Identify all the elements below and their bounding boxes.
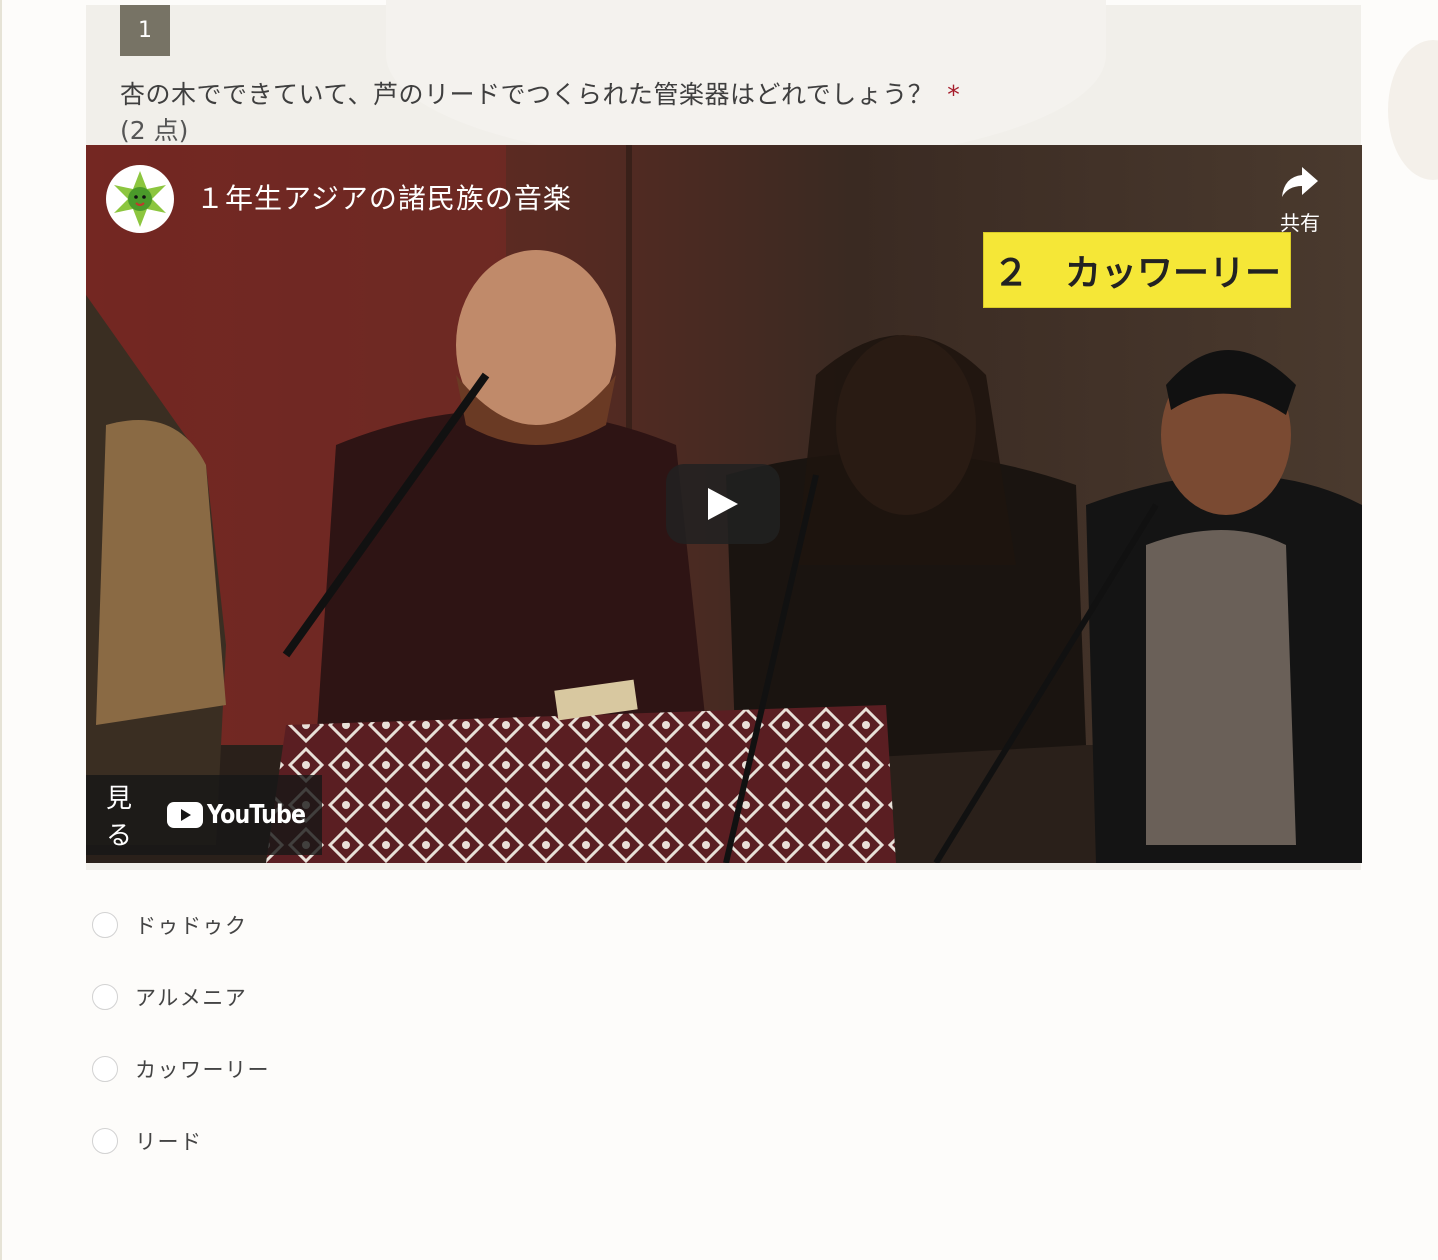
background-decoration — [1388, 40, 1438, 180]
share-label: 共有 — [1280, 211, 1320, 235]
radio-button[interactable] — [92, 1128, 118, 1154]
option-label: リード — [135, 1130, 203, 1154]
option-item[interactable]: アルメニア — [92, 982, 247, 1012]
watch-on-youtube-button[interactable]: 見る YouTube — [86, 775, 322, 855]
question-number: 1 — [120, 5, 170, 56]
required-asterisk: * — [947, 80, 961, 109]
option-item[interactable]: ドゥドゥク — [92, 910, 248, 940]
option-label: ドゥドゥク — [135, 914, 248, 938]
youtube-wordmark: YouTube — [206, 800, 306, 830]
radio-button[interactable] — [92, 1056, 118, 1082]
option-item[interactable]: カッワーリー — [92, 1054, 270, 1084]
question-card: 1 杏の木でできていて、芦のリードでつくられた管楽器はどれでしょう？ * (2 点… — [86, 0, 1362, 870]
radio-button[interactable] — [92, 912, 118, 938]
page-left-border — [0, 0, 2, 1260]
question-points: (2 点) — [120, 116, 189, 145]
play-button[interactable] — [666, 464, 780, 544]
radio-button[interactable] — [92, 984, 118, 1010]
play-icon — [708, 488, 738, 520]
channel-logo-icon — [114, 171, 166, 227]
share-button[interactable]: 共有 — [1268, 165, 1332, 236]
question-title: 杏の木でできていて、芦のリードでつくられた管楽器はどれでしょう？ * — [120, 75, 960, 111]
youtube-logo: YouTube — [166, 800, 322, 830]
watch-label: 見る — [106, 784, 133, 851]
option-item[interactable]: リード — [92, 1126, 203, 1156]
channel-avatar[interactable] — [106, 165, 174, 233]
youtube-embed[interactable]: １年生アジアの諸民族の音楽 共有 ２ カッワーリー 見る YouTube — [86, 145, 1362, 863]
question-text: 杏の木でできていて、芦のリードでつくられた管楽器はどれでしょう？ — [120, 80, 934, 109]
share-arrow-icon — [1282, 167, 1318, 197]
option-label: カッワーリー — [135, 1058, 270, 1082]
option-label: アルメニア — [135, 986, 248, 1010]
youtube-play-icon — [166, 802, 203, 828]
video-caption-banner: ２ カッワーリー — [984, 233, 1290, 307]
video-title[interactable]: １年生アジアの諸民族の音楽 — [196, 177, 572, 217]
